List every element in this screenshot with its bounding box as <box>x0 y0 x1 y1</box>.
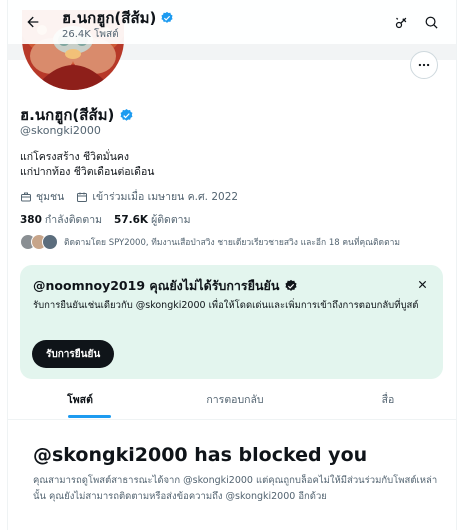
search-icon <box>425 16 438 29</box>
verification-prompt-card: @noomnoy2019 คุณยังไม่ได้รับการยืนยัน รั… <box>20 265 443 379</box>
followed-by-row[interactable]: ติดตามโดย SPY2000, ทีมงานเสือป่าสวิง ชาย… <box>20 234 400 250</box>
follow-stats: 380 กำลังติดตาม 57.6K ผู้ติดตาม <box>20 211 191 228</box>
column-border-right <box>456 0 457 530</box>
tab-label: การตอบกลับ <box>206 394 264 406</box>
header-post-count: 26.4K โพสต์ <box>62 29 119 40</box>
briefcase-icon <box>21 192 31 201</box>
verified-badge-icon[interactable] <box>119 108 134 123</box>
profile-bio: แก่โครงสร้าง ชีวิตมั่นคง แก่ปากท้อง ชีวิ… <box>20 150 155 180</box>
black-verified-icon <box>285 279 297 291</box>
tab-posts[interactable]: โพสต์ <box>18 380 142 419</box>
followed-by-text: ติดตามโดย SPY2000, ทีมงานเสือป่าสวิง ชาย… <box>64 238 400 248</box>
tab-label: โพสต์ <box>67 394 93 406</box>
verify-body: รับการยืนยันเช่นเดียวกับ @skongki2000 เพ… <box>33 300 419 311</box>
avatar <box>42 234 58 250</box>
joined-text: เข้าร่วมเมื่อ เมษายน ค.ศ. 2022 <box>92 191 239 203</box>
follower-avatars <box>20 234 58 250</box>
verified-badge-icon <box>161 11 173 23</box>
calendar-icon <box>77 192 88 202</box>
joined-item: เข้าร่วมเมื่อ เมษายน ค.ศ. 2022 <box>76 188 238 205</box>
tab-replies[interactable]: การตอบกลับ <box>175 380 295 419</box>
profile-handle: @skongki2000 <box>20 124 101 137</box>
vpn-key-icon <box>395 17 406 28</box>
profile-page: ฮ.นกฮูก(สีส้ม) 26.4K โพสต์ ฮ.นกฮูก(สีส้ม… <box>0 0 472 530</box>
back-arrow-icon <box>27 16 39 28</box>
following-count: 380 <box>20 214 42 226</box>
category-text: ชุมชน <box>36 191 65 203</box>
blocked-title: @skongki2000 has blocked you <box>33 444 368 466</box>
vpn-button[interactable] <box>386 7 416 37</box>
followers-count: 57.6K <box>114 214 149 226</box>
followers-label: ผู้ติดตาม <box>151 214 191 226</box>
back-button[interactable] <box>18 7 48 37</box>
tab-label: สื่อ <box>381 394 395 406</box>
close-icon <box>418 280 426 288</box>
verify-title-text: @noomnoy2019 คุณยังไม่ได้รับการยืนยัน <box>33 278 280 293</box>
followers-link[interactable]: 57.6K ผู้ติดตาม <box>114 211 190 228</box>
following-link[interactable]: 380 กำลังติดตาม <box>20 211 102 228</box>
close-button[interactable] <box>413 275 431 293</box>
tab-media[interactable]: สื่อ <box>348 380 428 419</box>
bio-line: แก่ปากท้อง ชีวิตเดือนต่อเดือน <box>20 166 155 178</box>
top-header: ฮ.นกฮูก(สีส้ม) 26.4K โพสต์ <box>8 0 456 44</box>
column-border-left <box>7 0 8 530</box>
verify-title: @noomnoy2019 คุณยังไม่ได้รับการยืนยัน <box>33 276 298 296</box>
category-item: ชุมชน <box>20 188 64 205</box>
following-label: กำลังติดตาม <box>44 214 103 226</box>
bio-line: แก่โครงสร้าง ชีวิตมั่นคง <box>20 151 130 163</box>
more-options-button[interactable] <box>410 51 438 79</box>
blocked-body: คุณสามารถดูโพสต์สาธารณะได้จาก @skongki20… <box>33 475 438 502</box>
profile-tabs: โพสต์ การตอบกลับ สื่อ <box>8 380 456 420</box>
profile-meta: ชุมชน เข้าร่วมเมื่อ เมษายน ค.ศ. 2022 <box>20 188 250 205</box>
active-tab-indicator <box>68 415 111 418</box>
search-button[interactable] <box>416 7 446 37</box>
more-icon <box>418 63 430 67</box>
get-verified-button[interactable]: รับการยืนยัน <box>32 340 115 368</box>
